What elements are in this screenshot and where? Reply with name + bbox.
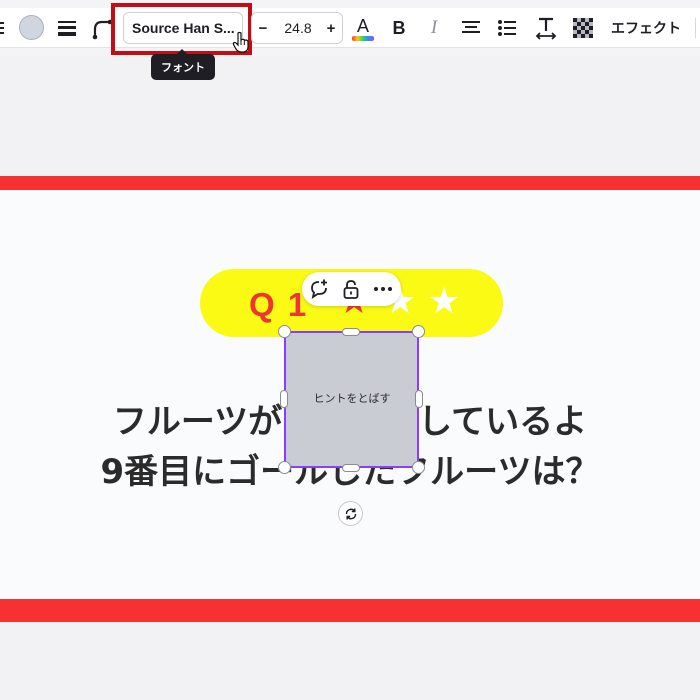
cursor-hand-icon [232,31,250,53]
resize-handle-bottom-right[interactable] [412,461,425,474]
font-tooltip: フォント [151,54,215,80]
border-style-icon[interactable] [56,17,78,39]
question-number[interactable]: Q 1 [249,286,308,324]
increase-size-button[interactable]: + [320,13,342,43]
align-center-icon[interactable] [460,18,482,38]
element-floating-menu [302,272,401,306]
font-size-value[interactable]: 24.8 [274,13,322,43]
toolbar-divider [695,18,696,38]
font-size-stepper[interactable]: − 24.8 + [251,12,343,44]
bottom-red-band [0,599,700,622]
bold-icon[interactable]: B [388,16,410,40]
resize-handle-bottom[interactable] [342,464,360,472]
text-color-icon[interactable]: A [351,14,375,42]
selection-frame [284,331,419,468]
resize-handle-top-right[interactable] [412,325,425,338]
editor-toolbar: Source Han S... − 24.8 + A B I エフェクト [0,0,700,56]
lock-icon[interactable] [340,278,362,300]
letter-spacing-icon[interactable] [535,15,557,41]
more-icon[interactable] [372,278,394,300]
effects-button[interactable]: エフェクト [607,14,685,42]
comment-add-icon[interactable] [308,278,330,300]
decrease-size-button[interactable]: − [252,13,274,43]
bullet-list-icon[interactable] [496,18,518,38]
rotate-icon[interactable] [338,501,363,526]
resize-handle-right[interactable] [415,390,423,408]
color-swatch[interactable] [19,15,44,40]
design-slide[interactable]: Q 1 ★ ★ ★ フルーツがかけっこしているよ 9番目にゴールしたフルーツは？… [0,176,700,622]
resize-handle-top[interactable] [342,328,360,336]
text-color-letter: A [356,15,369,36]
resize-handle-left[interactable] [280,390,288,408]
transparency-icon[interactable] [572,17,594,39]
top-red-band [0,176,700,190]
resize-handle-bottom-left[interactable] [278,461,291,474]
resize-handle-top-left[interactable] [278,325,291,338]
star-icon: ★ [428,281,461,322]
italic-icon[interactable]: I [423,16,445,40]
font-highlight-box [111,3,252,55]
lines-icon[interactable] [0,19,4,37]
